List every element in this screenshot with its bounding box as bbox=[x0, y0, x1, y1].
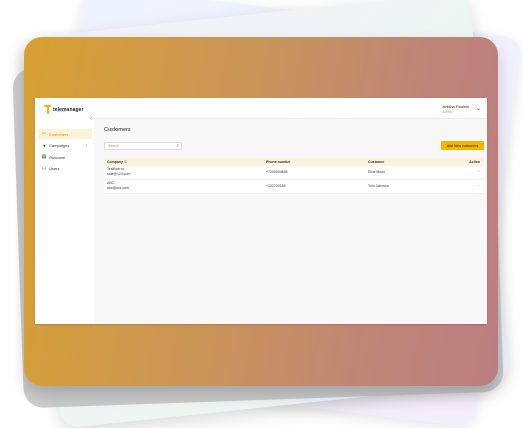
table-row[interactable]: ABC abc@xxx.com +102700189 Tom Johnson ·… bbox=[104, 180, 484, 194]
search-placeholder: Search bbox=[108, 144, 120, 148]
users-icon: ⚇ bbox=[41, 165, 47, 172]
sidebar-nav: ✂ Customers ◂ Campaigns › ▤ Outcome ⚇ Us… bbox=[38, 129, 92, 175]
user-role: Admin bbox=[442, 110, 453, 114]
user-menu[interactable]: Anisha Paulsin Admin bbox=[443, 104, 469, 114]
logo-subtext: by ASA bbox=[57, 110, 66, 113]
chevron-down-icon[interactable]: ⌄ bbox=[476, 105, 481, 112]
top-bar: Anisha Paulsin Admin ⌄ bbox=[94, 98, 487, 119]
company-name: TestBob co bbox=[107, 167, 125, 171]
search-icon: ⌕ bbox=[176, 143, 179, 148]
column-header-phone: Phone number bbox=[266, 160, 291, 164]
column-header-action: Action bbox=[469, 160, 480, 164]
user-name: Anisha Paulsin bbox=[442, 104, 469, 109]
customers-table: Company ⇅ Phone number Customer Action T… bbox=[104, 158, 484, 194]
main-content: Customers Search ⌕ Add New customers Com… bbox=[94, 119, 487, 324]
customers-icon: ✂ bbox=[41, 131, 47, 137]
column-header-company[interactable]: Company ⇅ bbox=[107, 160, 127, 164]
sidebar-item-label: Campaigns bbox=[49, 143, 70, 148]
sidebar-item-customers[interactable]: ✂ Customers bbox=[38, 129, 92, 139]
customer-name: Elvis Moon bbox=[368, 170, 386, 174]
search-input[interactable]: Search ⌕ bbox=[104, 142, 182, 150]
customer-name: Tom Johnson bbox=[368, 184, 389, 188]
table-row[interactable]: TestBob co sale@123.com +7200034898 Elvi… bbox=[104, 166, 484, 180]
row-actions-icon[interactable]: ··· bbox=[477, 170, 481, 174]
add-customer-button[interactable]: Add New customers bbox=[441, 141, 484, 150]
app-screen: telemanager by ASA ‹ ✂ Customers ◂ Campa… bbox=[35, 98, 487, 324]
company-email: sale@123.com bbox=[107, 172, 131, 176]
row-actions-icon[interactable]: ··· bbox=[477, 184, 481, 188]
table-header: Company ⇅ Phone number Customer Action bbox=[104, 158, 484, 166]
sort-icon: ⇅ bbox=[123, 160, 127, 164]
campaigns-icon: ◂ bbox=[42, 142, 46, 149]
sidebar-item-outcome[interactable]: ▤ Outcome bbox=[38, 152, 92, 162]
sidebar-item-label: Outcome bbox=[49, 154, 66, 160]
phone-number: +102700189 bbox=[266, 184, 286, 188]
logo-mark-icon bbox=[44, 105, 51, 114]
sidebar-item-label: Users bbox=[49, 166, 60, 171]
column-header-customer: Customer bbox=[368, 160, 385, 164]
company-name: ABC bbox=[107, 181, 115, 185]
collapse-sidebar-icon[interactable]: ‹ bbox=[90, 116, 92, 122]
phone-number: +7200034898 bbox=[266, 170, 288, 174]
chevron-right-icon: › bbox=[85, 142, 87, 149]
sidebar-item-campaigns[interactable]: ◂ Campaigns › bbox=[38, 141, 92, 151]
company-email: abc@xxx.com bbox=[107, 186, 130, 190]
outcome-icon: ▤ bbox=[41, 154, 47, 160]
sidebar-item-users[interactable]: ⚇ Users bbox=[38, 164, 92, 174]
page-title: Customers bbox=[104, 127, 131, 133]
sidebar: telemanager by ASA ‹ ✂ Customers ◂ Campa… bbox=[35, 98, 95, 324]
sidebar-item-label: Customers bbox=[49, 131, 69, 137]
